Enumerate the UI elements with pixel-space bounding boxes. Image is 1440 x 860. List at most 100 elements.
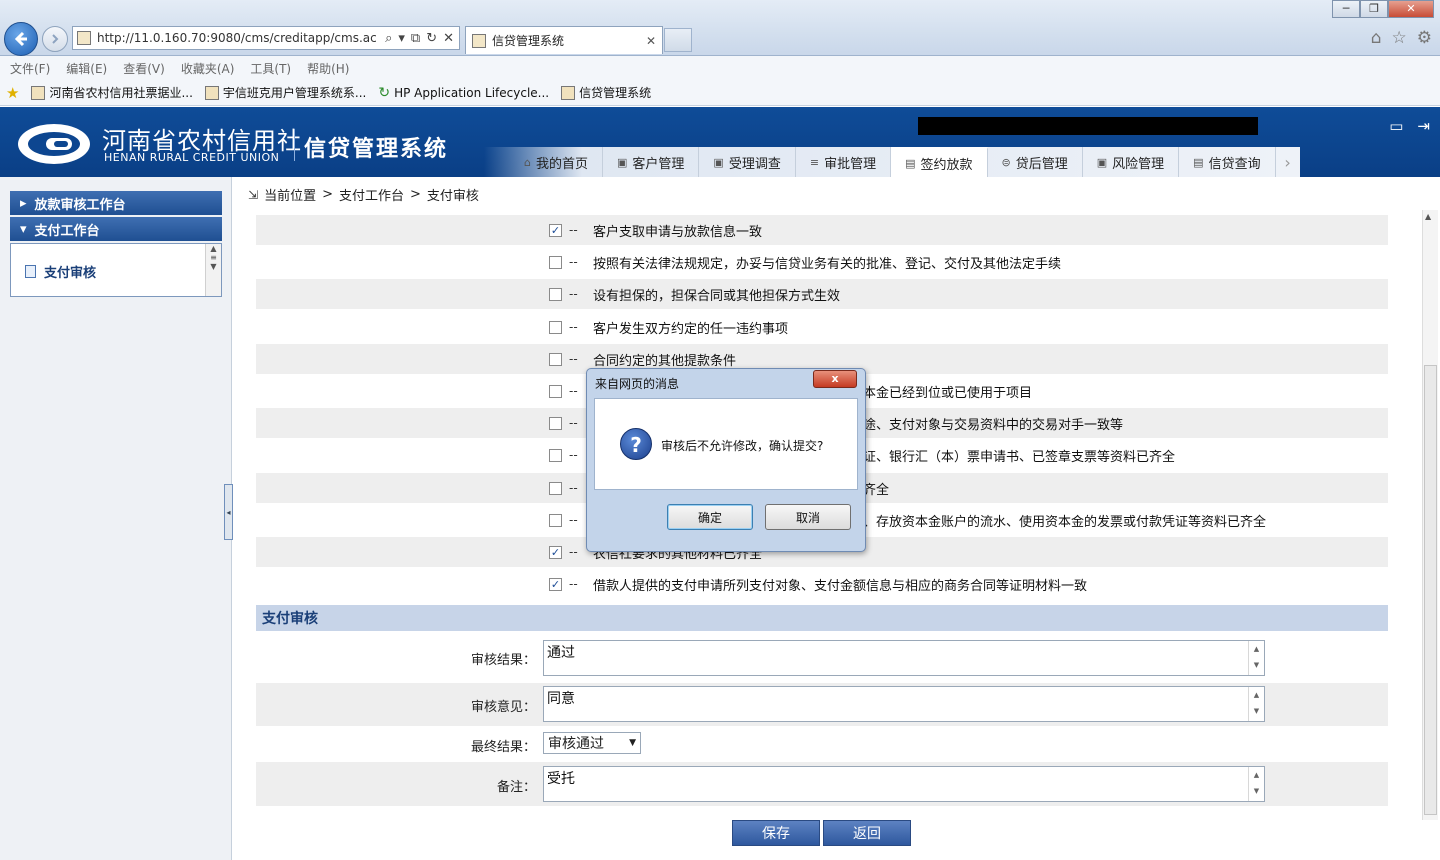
checkbox[interactable]: [549, 416, 562, 430]
review-result-value: 通过: [547, 645, 575, 661]
close-window-button[interactable]: ✕: [1388, 0, 1434, 18]
compat-view-icon[interactable]: ⧉: [411, 31, 420, 46]
final-result-select[interactable]: 审核通过 ▼: [543, 732, 641, 754]
textarea-scrollbar[interactable]: ▲ ▼: [1248, 641, 1264, 675]
checklist-dash: --: [569, 513, 578, 527]
remark-textarea[interactable]: 受托 ▲ ▼: [543, 766, 1265, 802]
system-name: 信贷管理系统: [304, 137, 449, 162]
nav-survey[interactable]: ▣ 受理调查: [699, 147, 796, 177]
checkbox-checked[interactable]: ✓: [549, 577, 562, 591]
checkbox[interactable]: [549, 255, 562, 269]
favorites-star-icon[interactable]: ☆: [1392, 28, 1407, 48]
sidebar-group-label: 放款审核工作台: [34, 197, 126, 213]
back-button[interactable]: [4, 22, 38, 56]
menu-edit[interactable]: 编辑(E): [66, 60, 107, 77]
menu-file[interactable]: 文件(F): [10, 60, 50, 77]
checklist-text: 本金已经到位或已使用于项目: [863, 385, 1033, 401]
checkbox[interactable]: [549, 384, 562, 398]
nav-home[interactable]: ⌂ 我的首页: [510, 147, 603, 177]
nav-query[interactable]: ▤ 信贷查询: [1179, 147, 1276, 177]
address-url[interactable]: http://11.0.160.70:9080/cms/creditapp/cm…: [97, 31, 377, 45]
menu-favorites[interactable]: 收藏夹(A): [181, 60, 235, 77]
checkbox-checked[interactable]: ✓: [549, 223, 562, 237]
new-tab-button[interactable]: [664, 28, 692, 52]
checklist-dash: --: [569, 577, 578, 591]
monitor-icon[interactable]: ▭: [1389, 117, 1403, 135]
menu-view[interactable]: 查看(V): [123, 60, 165, 77]
scroll-up-icon[interactable]: ▲: [1425, 212, 1431, 221]
sidebar-collapse-handle[interactable]: ◂: [224, 484, 233, 540]
favorite-link[interactable]: ↻ HP Application Lifecycle...: [378, 85, 549, 101]
menu-tools[interactable]: 工具(T): [250, 60, 291, 77]
tab-title: 信贷管理系统: [492, 34, 565, 48]
page-scrollbar[interactable]: ▲: [1422, 210, 1438, 820]
sidebar-item-payment-review[interactable]: 支付审核: [25, 262, 96, 281]
review-opinion-textarea[interactable]: 同意 ▲ ▼: [543, 686, 1265, 722]
postloan-icon: ⊜: [1001, 155, 1011, 169]
chevron-down-icon: ▼: [629, 738, 636, 748]
favorite-link[interactable]: 信贷管理系统: [561, 84, 651, 101]
dialog-body: ? 审核后不允许修改，确认提交?: [594, 398, 858, 490]
favorite-label: 河南省农村信用社票据业...: [49, 86, 193, 100]
home-icon[interactable]: ⌂: [1371, 28, 1382, 48]
sidebar-group-payment[interactable]: ▾ 支付工作台: [10, 217, 222, 241]
breadcrumb-level1[interactable]: 支付工作台: [339, 185, 404, 204]
checklist-dash: --: [569, 255, 578, 269]
arrow-right-icon: [52, 34, 59, 44]
minimize-button[interactable]: ─: [1332, 0, 1360, 18]
refresh-icon[interactable]: ↻: [426, 31, 437, 46]
checklist-row: -- 客户发生双方约定的任一违约事项: [256, 312, 1388, 342]
checkbox-checked[interactable]: ✓: [549, 545, 562, 559]
sidebar-group-loan-review[interactable]: ▸ 放款审核工作台: [10, 191, 222, 215]
search-icon[interactable]: ⌕: [385, 31, 392, 46]
textarea-scrollbar[interactable]: ▲ ▼: [1248, 687, 1264, 721]
dialog-close-button[interactable]: x: [813, 370, 857, 388]
checklist-row: ✓ -- 客户支取申请与放款信息一致: [256, 215, 1388, 245]
browser-right-icons: ⌂ ☆ ⚙: [1371, 28, 1432, 48]
sidebar-scrollbar[interactable]: ▲ ≡ ▼: [205, 244, 221, 296]
checkbox[interactable]: [549, 513, 562, 527]
nav-risk[interactable]: ▣ 风险管理: [1083, 147, 1180, 177]
dialog-cancel-button[interactable]: 取消: [765, 504, 851, 530]
window-controls: ─ ❐ ✕: [1332, 0, 1434, 18]
dropdown-icon[interactable]: ▾: [398, 31, 405, 46]
nav-customer[interactable]: ▣ 客户管理: [603, 147, 700, 177]
review-result-textarea[interactable]: 通过 ▲ ▼: [543, 640, 1265, 676]
save-button[interactable]: 保存: [732, 820, 820, 846]
address-bar[interactable]: http://11.0.160.70:9080/cms/creditapp/cm…: [72, 26, 460, 50]
menu-help[interactable]: 帮助(H): [307, 60, 349, 77]
checkbox[interactable]: [549, 352, 562, 366]
nav-approval[interactable]: ≡ 审批管理: [796, 147, 892, 177]
favorite-link[interactable]: 宇信班克用户管理系统系...: [204, 84, 366, 101]
sidebar-group-body: 支付审核 ▲ ≡ ▼: [10, 243, 222, 297]
checkbox[interactable]: [549, 448, 562, 462]
browser-tab[interactable]: 信贷管理系统 ✕: [465, 26, 663, 54]
stop-icon[interactable]: ✕: [443, 31, 454, 46]
nav-more-chevron-icon[interactable]: ›: [1276, 147, 1300, 177]
maximize-button[interactable]: ❐: [1360, 0, 1388, 18]
breadcrumb-separator: >: [322, 187, 333, 202]
dialog-ok-button[interactable]: 确定: [667, 504, 753, 530]
favorite-link[interactable]: 河南省农村信用社票据业...: [31, 84, 193, 101]
nav-label: 签约放款: [920, 157, 973, 173]
nav-postloan[interactable]: ⊜ 贷后管理: [988, 147, 1083, 177]
dialog-message: 审核后不允许修改，确认提交?: [661, 439, 824, 453]
checkbox[interactable]: [549, 481, 562, 495]
logout-icon[interactable]: ⇥: [1417, 117, 1430, 135]
checklist-text: 按照有关法律法规规定，办妥与信贷业务有关的批准、登记、交付及其他法定手续: [593, 256, 1062, 272]
checklist-text: 齐全: [863, 482, 890, 498]
sidebar: ▸ 放款审核工作台 ▾ 支付工作台 支付审核 ▲ ≡ ▼: [0, 177, 232, 860]
forward-button[interactable]: [42, 26, 68, 52]
checkbox[interactable]: [549, 287, 562, 301]
back-button[interactable]: 返回: [823, 820, 911, 846]
scrollbar-thumb[interactable]: [1424, 365, 1437, 815]
arrow-left-icon: [14, 31, 27, 47]
textarea-scrollbar[interactable]: ▲ ▼: [1248, 767, 1264, 801]
nav-label: 客户管理: [632, 156, 685, 172]
checkbox[interactable]: [549, 320, 562, 334]
favorites-star-add-icon[interactable]: ★: [6, 84, 19, 102]
nav-contract[interactable]: ▤ 签约放款: [891, 147, 988, 177]
app-header: 河南省农村信用社 HENAN RURAL CREDIT UNION 信贷管理系统…: [0, 107, 1440, 177]
settings-gear-icon[interactable]: ⚙: [1417, 28, 1432, 48]
tab-close-icon[interactable]: ✕: [646, 34, 656, 48]
